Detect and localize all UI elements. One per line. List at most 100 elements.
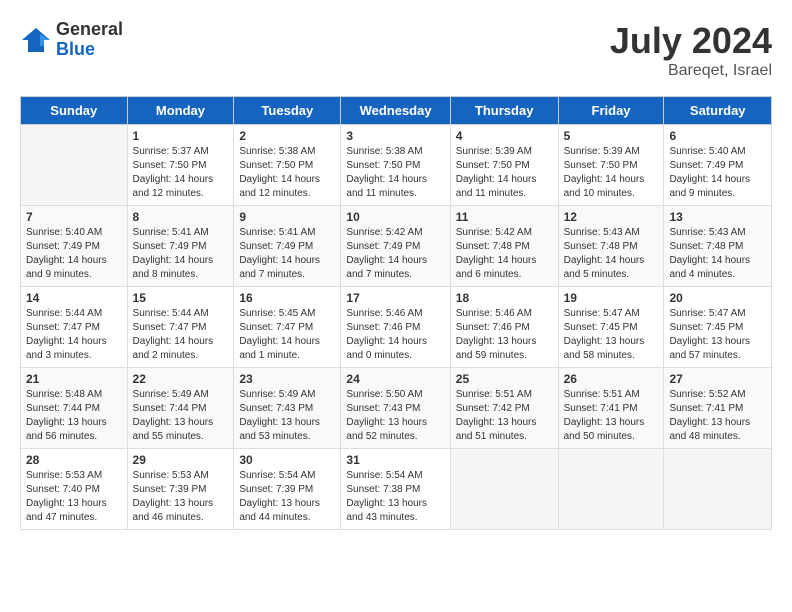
week-row-3: 14 Sunrise: 5:44 AM Sunset: 7:47 PM Dayli… [21,287,772,368]
day-number: 17 [346,291,444,305]
day-info: Sunrise: 5:44 AM Sunset: 7:47 PM Dayligh… [133,307,229,363]
calendar-cell: 13Sunrise: 5:43 AM Sunset: 7:48 PM Dayli… [664,206,772,287]
calendar-cell: 7 Sunrise: 5:40 AM Sunset: 7:49 PM Daylig… [21,206,128,287]
column-header-saturday: Saturday [664,97,772,125]
calendar-cell: 18Sunrise: 5:46 AM Sunset: 7:46 PM Dayli… [450,287,558,368]
calendar-cell: 11Sunrise: 5:42 AM Sunset: 7:48 PM Dayli… [450,206,558,287]
calendar-cell: 27 Sunrise: 5:52 AM Sunset: 7:41 PM Dayli… [664,368,772,449]
calendar-cell: 23 Sunrise: 5:49 AM Sunset: 7:43 PM Dayli… [234,368,341,449]
calendar-cell: 17 Sunrise: 5:46 AM Sunset: 7:46 PM Dayli… [341,287,450,368]
day-number: 31 [346,453,444,467]
calendar-cell: 15 Sunrise: 5:44 AM Sunset: 7:47 PM Dayli… [127,287,234,368]
calendar-cell: 8Sunrise: 5:41 AM Sunset: 7:49 PM Daylig… [127,206,234,287]
day-info: Sunrise: 5:40 AM Sunset: 7:49 PM Dayligh… [26,226,122,282]
day-number: 22 [133,372,229,386]
day-info: Sunrise: 5:38 AM Sunset: 7:50 PM Dayligh… [346,145,444,201]
day-number: 1 [133,129,229,143]
day-number: 27 [669,372,766,386]
logo: General Blue [20,20,123,60]
day-info: Sunrise: 5:46 AM Sunset: 7:46 PM Dayligh… [346,307,444,363]
day-number: 4 [456,129,553,143]
calendar-cell: 5 Sunrise: 5:39 AM Sunset: 7:50 PM Daylig… [558,125,664,206]
calendar-cell: 4 Sunrise: 5:39 AM Sunset: 7:50 PM Daylig… [450,125,558,206]
logo-icon [20,26,52,54]
day-number: 19 [564,291,659,305]
day-info: Sunrise: 5:49 AM Sunset: 7:43 PM Dayligh… [239,388,335,444]
day-info: Sunrise: 5:47 AM Sunset: 7:45 PM Dayligh… [669,307,766,363]
day-info: Sunrise: 5:54 AM Sunset: 7:39 PM Dayligh… [239,469,335,525]
day-number: 30 [239,453,335,467]
day-number: 24 [346,372,444,386]
column-header-sunday: Sunday [21,97,128,125]
calendar-cell: 22 Sunrise: 5:49 AM Sunset: 7:44 PM Dayli… [127,368,234,449]
day-number: 18 [456,291,553,305]
day-number: 20 [669,291,766,305]
day-info: Sunrise: 5:48 AM Sunset: 7:44 PM Dayligh… [26,388,122,444]
calendar-cell: 30 Sunrise: 5:54 AM Sunset: 7:39 PM Dayli… [234,449,341,530]
day-info: Sunrise: 5:40 AM Sunset: 7:49 PM Dayligh… [669,145,766,201]
day-info: Sunrise: 5:45 AM Sunset: 7:47 PM Dayligh… [239,307,335,363]
calendar-body: 1 Sunrise: 5:37 AM Sunset: 7:50 PM Daylig… [21,125,772,530]
day-number: 28 [26,453,122,467]
column-header-friday: Friday [558,97,664,125]
calendar-cell: 2Sunrise: 5:38 AM Sunset: 7:50 PM Daylig… [234,125,341,206]
title-block: July 2024 Bareqet, Israel [610,20,772,80]
calendar-cell: 19 Sunrise: 5:47 AM Sunset: 7:45 PM Dayli… [558,287,664,368]
calendar-cell: 20 Sunrise: 5:47 AM Sunset: 7:45 PM Dayli… [664,287,772,368]
day-info: Sunrise: 5:52 AM Sunset: 7:41 PM Dayligh… [669,388,766,444]
calendar-cell [664,449,772,530]
day-number: 12 [564,210,659,224]
calendar-cell: 21 Sunrise: 5:48 AM Sunset: 7:44 PM Dayli… [21,368,128,449]
page-header: General Blue July 2024 Bareqet, Israel [20,20,772,80]
day-number: 26 [564,372,659,386]
column-header-thursday: Thursday [450,97,558,125]
day-number: 16 [239,291,335,305]
logo-blue: Blue [56,40,123,60]
day-number: 7 [26,210,122,224]
day-number: 15 [133,291,229,305]
calendar-cell: 12 Sunrise: 5:43 AM Sunset: 7:48 PM Dayli… [558,206,664,287]
column-header-tuesday: Tuesday [234,97,341,125]
calendar-cell: 3Sunrise: 5:38 AM Sunset: 7:50 PM Daylig… [341,125,450,206]
day-number: 2 [239,129,335,143]
calendar-cell: 6Sunrise: 5:40 AM Sunset: 7:49 PM Daylig… [664,125,772,206]
logo-text: General Blue [56,20,123,60]
calendar-cell: 25Sunrise: 5:51 AM Sunset: 7:42 PM Dayli… [450,368,558,449]
day-info: Sunrise: 5:41 AM Sunset: 7:49 PM Dayligh… [133,226,229,282]
column-header-monday: Monday [127,97,234,125]
day-info: Sunrise: 5:50 AM Sunset: 7:43 PM Dayligh… [346,388,444,444]
day-info: Sunrise: 5:49 AM Sunset: 7:44 PM Dayligh… [133,388,229,444]
month-year-title: July 2024 [610,20,772,62]
day-info: Sunrise: 5:53 AM Sunset: 7:40 PM Dayligh… [26,469,122,525]
day-info: Sunrise: 5:42 AM Sunset: 7:48 PM Dayligh… [456,226,553,282]
day-number: 29 [133,453,229,467]
calendar-cell: 10Sunrise: 5:42 AM Sunset: 7:49 PM Dayli… [341,206,450,287]
calendar-header: SundayMondayTuesdayWednesdayThursdayFrid… [21,97,772,125]
day-number: 5 [564,129,659,143]
day-number: 10 [346,210,444,224]
day-info: Sunrise: 5:37 AM Sunset: 7:50 PM Dayligh… [133,145,229,201]
calendar-cell: 1 Sunrise: 5:37 AM Sunset: 7:50 PM Daylig… [127,125,234,206]
day-info: Sunrise: 5:39 AM Sunset: 7:50 PM Dayligh… [564,145,659,201]
day-number: 25 [456,372,553,386]
day-info: Sunrise: 5:47 AM Sunset: 7:45 PM Dayligh… [564,307,659,363]
day-info: Sunrise: 5:43 AM Sunset: 7:48 PM Dayligh… [564,226,659,282]
week-row-4: 21 Sunrise: 5:48 AM Sunset: 7:44 PM Dayli… [21,368,772,449]
day-number: 21 [26,372,122,386]
day-info: Sunrise: 5:53 AM Sunset: 7:39 PM Dayligh… [133,469,229,525]
calendar-cell: 14 Sunrise: 5:44 AM Sunset: 7:47 PM Dayli… [21,287,128,368]
day-info: Sunrise: 5:41 AM Sunset: 7:49 PM Dayligh… [239,226,335,282]
calendar-cell [450,449,558,530]
day-number: 23 [239,372,335,386]
day-number: 14 [26,291,122,305]
day-info: Sunrise: 5:44 AM Sunset: 7:47 PM Dayligh… [26,307,122,363]
logo-general: General [56,20,123,40]
calendar-cell [21,125,128,206]
calendar-cell: 31Sunrise: 5:54 AM Sunset: 7:38 PM Dayli… [341,449,450,530]
day-info: Sunrise: 5:51 AM Sunset: 7:41 PM Dayligh… [564,388,659,444]
day-info: Sunrise: 5:39 AM Sunset: 7:50 PM Dayligh… [456,145,553,201]
calendar-cell: 29 Sunrise: 5:53 AM Sunset: 7:39 PM Dayli… [127,449,234,530]
header-row: SundayMondayTuesdayWednesdayThursdayFrid… [21,97,772,125]
calendar-table: SundayMondayTuesdayWednesdayThursdayFrid… [20,96,772,530]
calendar-cell: 9Sunrise: 5:41 AM Sunset: 7:49 PM Daylig… [234,206,341,287]
